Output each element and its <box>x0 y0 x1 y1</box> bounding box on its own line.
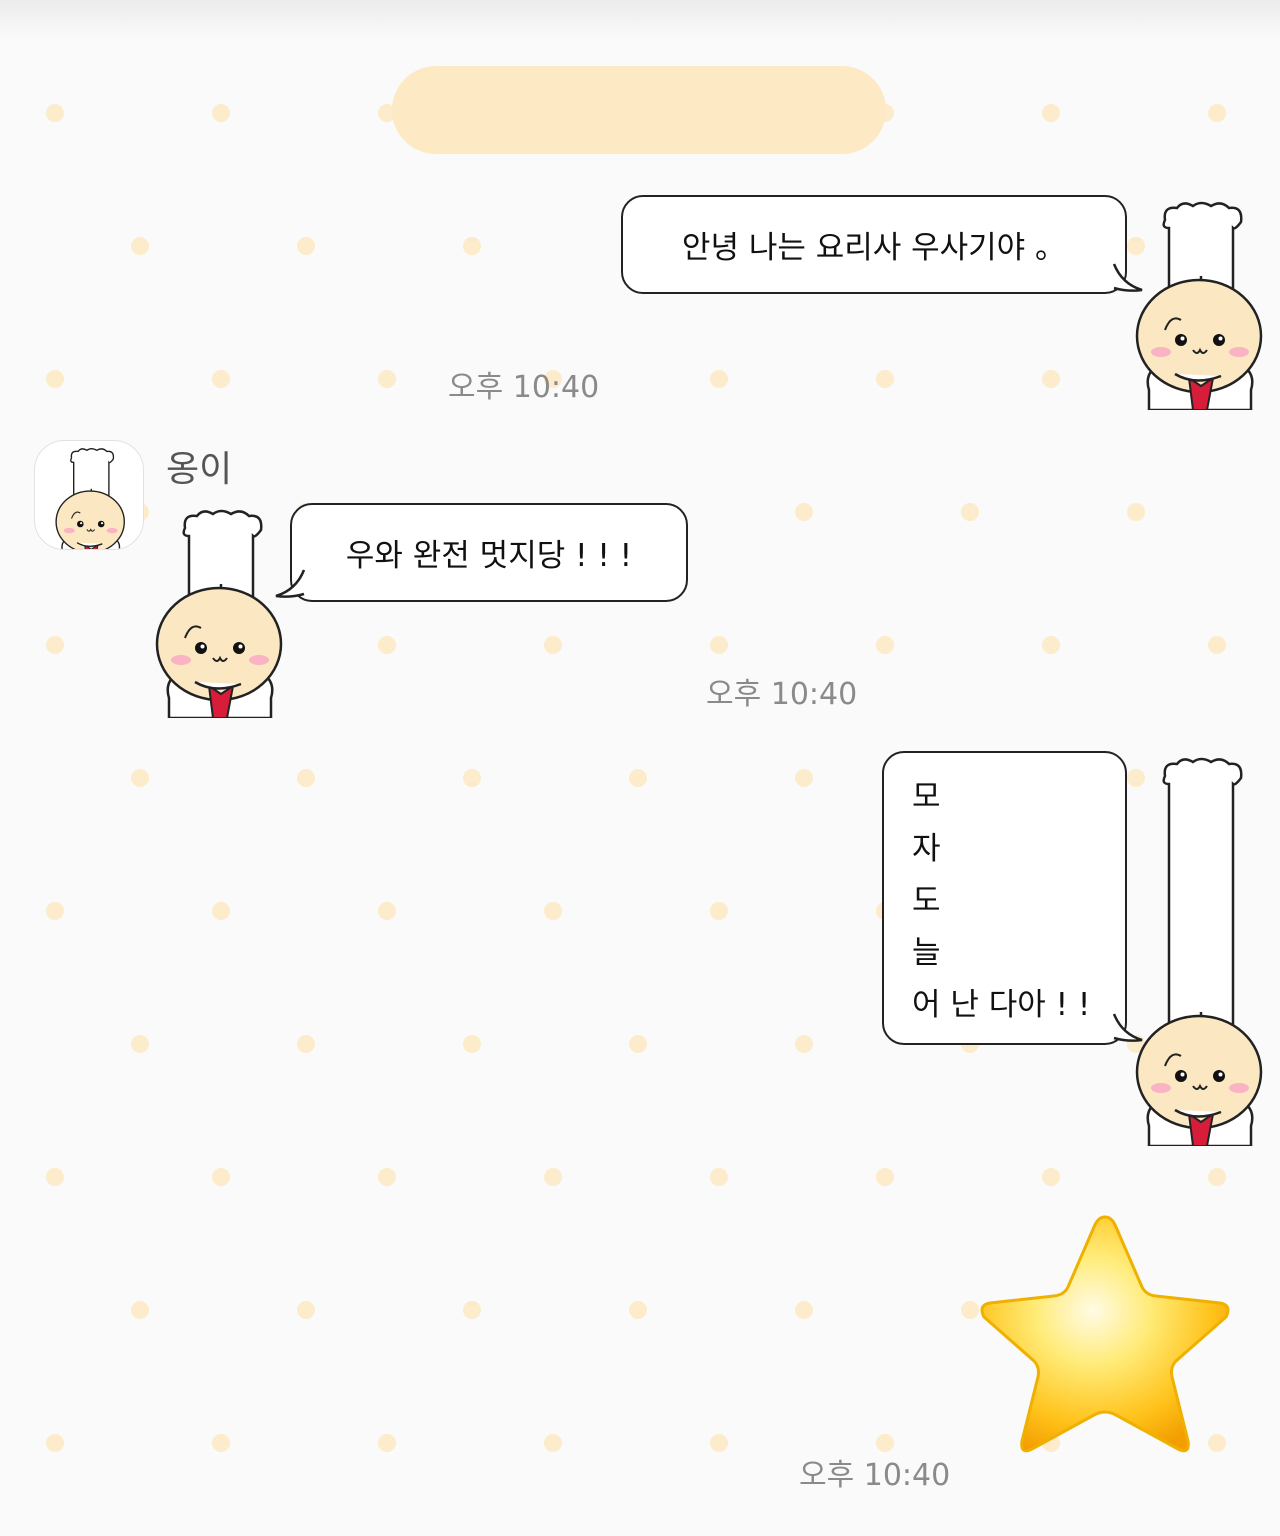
background-dot <box>463 1035 481 1053</box>
background-dot <box>544 902 562 920</box>
background-dot <box>131 1035 149 1053</box>
background-dot <box>131 237 149 255</box>
background-dot <box>463 237 481 255</box>
background-dot <box>710 370 728 388</box>
background-dot <box>297 1301 315 1319</box>
chef-character-icon <box>1135 756 1265 1151</box>
background-dot <box>46 104 64 122</box>
message-timestamp: 오후 10:40 <box>706 677 858 712</box>
chef-avatar-icon <box>55 447 127 549</box>
background-dot <box>544 636 562 654</box>
background-dot <box>46 1434 64 1452</box>
background-dot <box>795 1035 813 1053</box>
background-dot <box>212 370 230 388</box>
message-line: 늘 <box>912 935 941 971</box>
background-dot <box>710 636 728 654</box>
background-dot <box>795 769 813 787</box>
outgoing-message-bubble[interactable]: 모 자 도 늘 어 난 다아 ! ! <box>882 751 1127 1045</box>
background-dot <box>131 1301 149 1319</box>
background-dot <box>710 1434 728 1452</box>
background-dot <box>629 1035 647 1053</box>
message-timestamp: 오후 10:40 <box>799 1458 951 1493</box>
incoming-message-bubble[interactable]: 우와 완전 멋지당 ! ! ! <box>290 503 688 602</box>
background-dot <box>876 636 894 654</box>
star-icon[interactable] <box>970 1205 1240 1465</box>
outgoing-message-bubble[interactable]: 안녕 나는 요리사 우사기야 。 <box>621 195 1127 294</box>
sender-name: 옹이 <box>166 449 233 490</box>
background-dot <box>463 769 481 787</box>
background-dot <box>629 769 647 787</box>
message-line: 모 <box>912 779 941 815</box>
avatar[interactable] <box>34 440 144 550</box>
message-line: 어 난 다아 ! ! <box>912 987 1091 1023</box>
background-dot <box>795 503 813 521</box>
message-text: 우와 완전 멋지당 ! ! ! <box>345 538 633 574</box>
message-timestamp: 오후 10:40 <box>448 370 600 405</box>
background-dot <box>463 1301 481 1319</box>
message-line: 자 <box>912 831 941 867</box>
background-dot <box>544 1168 562 1186</box>
background-dot <box>46 902 64 920</box>
background-dot <box>710 1168 728 1186</box>
background-dot <box>1042 636 1060 654</box>
background-dot <box>378 1434 396 1452</box>
background-dot <box>46 1168 64 1186</box>
background-dot <box>1042 104 1060 122</box>
background-dot <box>710 902 728 920</box>
top-shadow <box>0 0 1280 40</box>
background-dot <box>212 104 230 122</box>
message-line: 도 <box>912 883 941 919</box>
background-dot <box>378 902 396 920</box>
background-dot <box>1208 636 1226 654</box>
background-dot <box>544 1434 562 1452</box>
background-dot <box>795 1301 813 1319</box>
background-dot <box>131 769 149 787</box>
background-dot <box>297 237 315 255</box>
background-dot <box>212 1434 230 1452</box>
background-dot <box>1042 370 1060 388</box>
message-text: 안녕 나는 요리사 우사기야 。 <box>681 230 1067 266</box>
chef-character-icon <box>1135 200 1265 415</box>
background-dot <box>212 902 230 920</box>
background-dot <box>297 769 315 787</box>
background-dot <box>1208 104 1226 122</box>
background-dot <box>378 370 396 388</box>
background-dot <box>876 370 894 388</box>
chef-character-icon <box>155 508 285 723</box>
background-dot <box>876 1168 894 1186</box>
background-dot <box>961 503 979 521</box>
background-dot <box>378 1168 396 1186</box>
background-dot <box>212 1168 230 1186</box>
background-dot <box>1208 1168 1226 1186</box>
background-dot <box>1042 1168 1060 1186</box>
background-dot <box>297 1035 315 1053</box>
background-dot <box>629 1301 647 1319</box>
background-dot <box>378 636 396 654</box>
background-dot <box>46 636 64 654</box>
date-divider-pill <box>392 66 886 154</box>
background-dot <box>46 370 64 388</box>
background-dot <box>1127 503 1145 521</box>
